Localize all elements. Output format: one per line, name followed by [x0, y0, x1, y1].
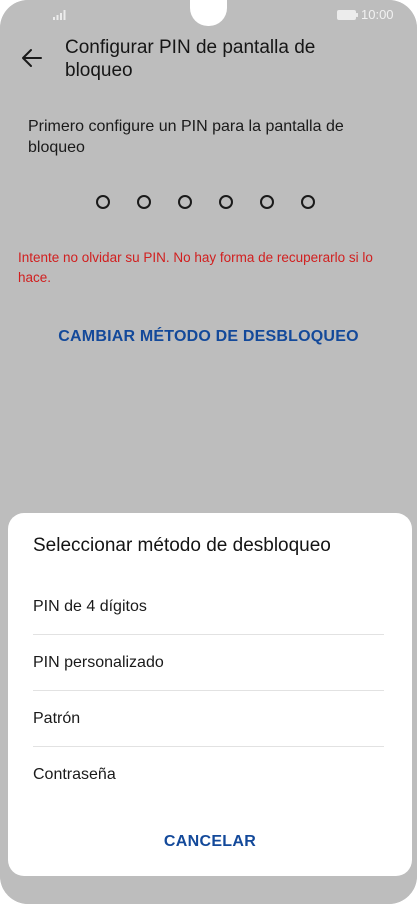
unlock-method-sheet: Seleccionar método de desbloqueo PIN de …	[8, 513, 412, 876]
pin-entry-indicator[interactable]	[96, 195, 315, 209]
pin-dot	[301, 195, 315, 209]
status-bar: 10:00	[0, 0, 417, 30]
pin-dot	[178, 195, 192, 209]
pin-dot	[96, 195, 110, 209]
option-custom-pin[interactable]: PIN personalizado	[33, 635, 384, 691]
sheet-title: Seleccionar método de desbloqueo	[33, 535, 331, 556]
status-time: 10:00	[361, 7, 394, 22]
back-button[interactable]	[14, 40, 50, 76]
page-title: Configurar PIN de pantalla de bloqueo	[65, 37, 316, 81]
change-unlock-method-button[interactable]: CAMBIAR MÉTODO DE DESBLOQUEO	[0, 328, 417, 346]
signal-icon	[53, 10, 66, 20]
option-pattern[interactable]: Patrón	[33, 691, 384, 747]
arrow-left-icon	[22, 49, 42, 67]
option-password[interactable]: Contraseña	[33, 747, 384, 803]
phone-screen: 10:00 Configurar PIN de pantalla de bloq…	[0, 0, 417, 904]
pin-dot	[219, 195, 233, 209]
option-pin-4-digits[interactable]: PIN de 4 dígitos	[33, 579, 384, 635]
warning-text: Intente no olvidar su PIN. No hay forma …	[18, 250, 373, 285]
instruction-text: Primero configure un PIN para la pantall…	[28, 118, 344, 156]
screen-background: 10:00 Configurar PIN de pantalla de bloq…	[0, 0, 417, 904]
pin-dot	[260, 195, 274, 209]
cancel-button[interactable]: CANCELAR	[8, 833, 412, 851]
pin-dot	[137, 195, 151, 209]
battery-icon	[337, 10, 358, 20]
